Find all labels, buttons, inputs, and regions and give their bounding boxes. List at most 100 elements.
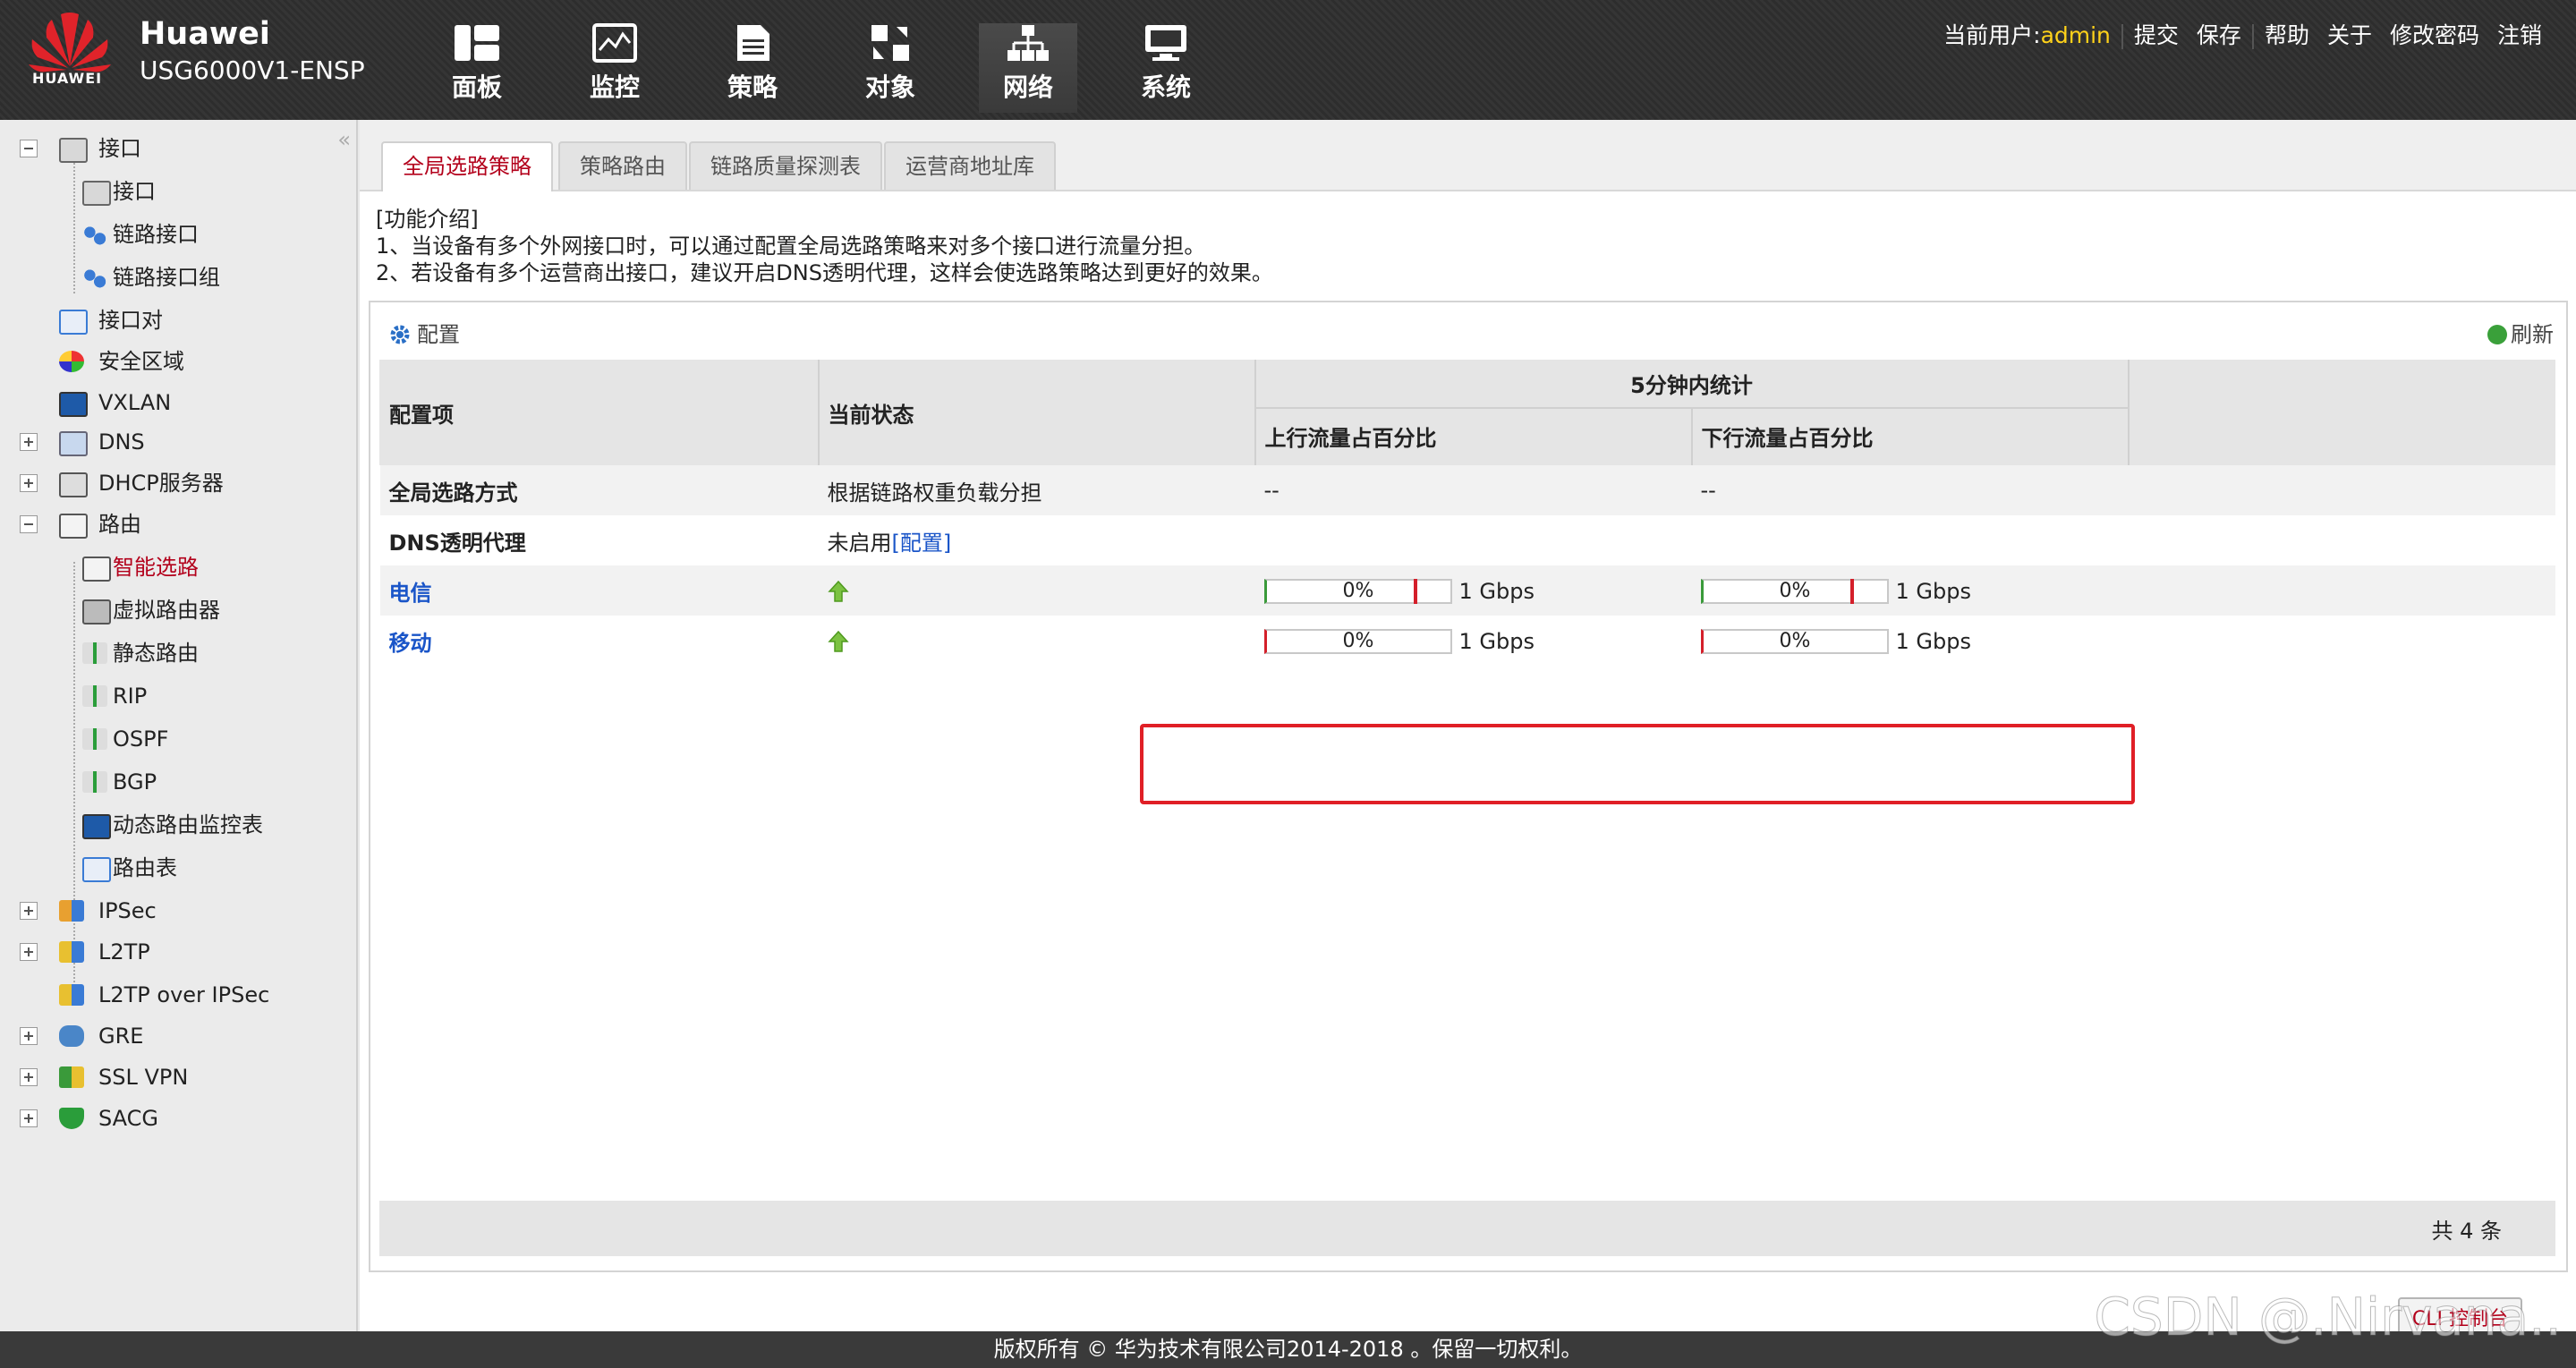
expand-icon[interactable] — [20, 474, 38, 492]
sidebar-item-label: 链路接口 — [113, 222, 199, 247]
row-status — [818, 565, 1255, 616]
policy-icon — [737, 25, 769, 61]
virtual-router-icon — [82, 599, 111, 625]
link-interface-icon — [82, 224, 107, 245]
dns-icon — [59, 431, 88, 456]
change-password-link[interactable]: 修改密码 — [2381, 18, 2488, 50]
gear-icon — [390, 325, 410, 344]
tab-link-quality-probe[interactable]: 链路质量探测表 — [689, 141, 882, 190]
sidebar-item-label: DHCP服务器 — [98, 471, 224, 496]
nav-label: 策略 — [727, 72, 778, 102]
telecom-link[interactable]: 电信 — [379, 565, 819, 616]
nav-label: 监控 — [589, 72, 640, 102]
route-monitor-icon — [82, 814, 111, 839]
about-link[interactable]: 关于 — [2318, 18, 2381, 50]
l2tp-icon — [59, 941, 84, 963]
row-downstream: 0% 1 Gbps — [1692, 616, 2129, 666]
intro-line: 1、当设备有多个外网接口时，可以通过配置全局选路策略来对多个接口进行流量分担。 — [376, 234, 1206, 259]
row-item: 全局选路方式 — [379, 464, 819, 515]
sidebar-item-label: L2TP over IPSec — [98, 982, 270, 1007]
ssl-vpn-icon — [59, 1066, 84, 1088]
interface-pair-icon — [59, 310, 88, 335]
nav-object[interactable]: 对象 — [841, 23, 939, 113]
row-spacer — [2128, 464, 2555, 515]
sidebar-item-label: SSL VPN — [98, 1065, 189, 1090]
routing-table-icon — [82, 857, 111, 882]
nav-label: 面板 — [451, 72, 502, 102]
row-status: 未启用[配置] — [819, 515, 1255, 565]
collapse-icon[interactable] — [20, 140, 38, 157]
sidebar-item-label: 接口对 — [98, 308, 163, 333]
link-interface-group-icon — [82, 267, 107, 288]
tab-global-route-policy[interactable]: 全局选路策略 — [381, 141, 553, 191]
sidebar-item-label: L2TP — [98, 939, 150, 964]
tab-policy-routing[interactable]: 策略路由 — [558, 141, 687, 190]
mobile-link[interactable]: 移动 — [380, 616, 819, 666]
monitor-icon — [592, 23, 637, 63]
system-icon — [1145, 25, 1186, 61]
upstream-usage-bar: 0% — [1263, 578, 1452, 604]
nav-system[interactable]: 系统 — [1117, 23, 1215, 113]
dns-proxy-config-link[interactable]: [配置] — [892, 531, 952, 556]
usage-percent: 0% — [1342, 579, 1374, 602]
expand-icon[interactable] — [20, 902, 38, 920]
tab-isp-address-library[interactable]: 运营商地址库 — [884, 141, 1056, 190]
expand-icon[interactable] — [20, 1068, 38, 1086]
config-panel: 配置 刷新 配置项 当前状态 5分钟内统计 上行流量占百分比 下行流量占百分比 … — [369, 301, 2568, 1272]
sidebar-item-label: RIP — [113, 684, 148, 709]
sidebar-item-label: 智能选路 — [113, 555, 199, 580]
user-bar: 当前用户:admin 提交 保存 帮助 关于 修改密码 注销 — [1934, 18, 2551, 50]
smart-routing-icon — [82, 557, 111, 582]
sidebar-item-label: GRE — [98, 1024, 144, 1049]
row-upstream: 0% 1 Gbps — [1255, 616, 1692, 666]
bandwidth-capacity: 1 Gbps — [1458, 578, 1535, 604]
link-up-arrow-icon — [827, 580, 849, 602]
security-zone-icon — [59, 351, 84, 372]
sidebar-item-label: 接口 — [113, 179, 156, 204]
header-spacer — [2128, 360, 2555, 465]
rip-icon — [82, 685, 107, 707]
expand-icon[interactable] — [20, 1109, 38, 1127]
ipsec-icon — [59, 900, 84, 922]
nav-network[interactable]: 网络 — [979, 23, 1077, 113]
table-row: 电信 0% 1 Gbps 0% 1 Gbps — [379, 565, 2555, 616]
save-link[interactable]: 保存 — [2188, 18, 2250, 50]
sidebar-item-label: 链路接口组 — [113, 265, 220, 290]
interface-icon — [82, 181, 111, 206]
nav-label: 系统 — [1140, 72, 1191, 102]
vxlan-icon — [59, 392, 88, 417]
sidebar-tree: « 接口 接口 链路接口 链路接口组 接口对 安全区域 VXLAN DNS DH… — [0, 120, 358, 1331]
collapse-sidebar-icon[interactable]: « — [337, 127, 351, 152]
refresh-button[interactable]: 刷新 — [2487, 317, 2554, 348]
sidebar-item-label: 静态路由 — [113, 641, 199, 666]
row-upstream: -- — [1254, 464, 1692, 515]
tab-bar: 全局选路策略 策略路由 链路质量探测表 运营商地址库 — [360, 120, 2576, 191]
nav-monitor[interactable]: 监控 — [565, 23, 664, 113]
network-icon — [1007, 25, 1049, 61]
usage-percent: 0% — [1779, 579, 1811, 602]
highlight-annotation-box — [1140, 724, 2135, 804]
logout-link[interactable]: 注销 — [2488, 18, 2551, 50]
collapse-icon[interactable] — [20, 515, 38, 533]
feature-intro: [功能介绍] 1、当设备有多个外网接口时，可以通过配置全局选路策略来对多个接口进… — [376, 206, 1273, 286]
nav-dashboard[interactable]: 面板 — [428, 23, 526, 113]
main-content: 全局选路策略 策略路由 链路质量探测表 运营商地址库 [功能介绍] 1、当设备有… — [360, 120, 2576, 1337]
submit-link[interactable]: 提交 — [2125, 18, 2188, 50]
expand-icon[interactable] — [20, 943, 38, 961]
bandwidth-capacity: 1 Gbps — [1895, 578, 1971, 604]
row-downstream — [1692, 515, 2129, 565]
nav-policy[interactable]: 策略 — [703, 23, 802, 113]
sidebar-item-label: VXLAN — [98, 390, 172, 415]
row-upstream — [1255, 515, 1692, 565]
top-header: HUAWEI Huawei USG6000V1-ENSP 面板 监控 策略 对象… — [0, 0, 2576, 120]
row-item: DNS透明代理 — [388, 530, 526, 556]
help-link[interactable]: 帮助 — [2256, 18, 2318, 50]
record-count: 共 4 条 — [2431, 1219, 2502, 1244]
expand-icon[interactable] — [20, 1027, 38, 1045]
expand-icon[interactable] — [20, 433, 38, 451]
upstream-usage-bar: 0% — [1263, 628, 1452, 654]
logo-text: HUAWEI — [32, 70, 103, 87]
header-config-item: 配置项 — [379, 360, 820, 465]
bar-marker — [1413, 578, 1417, 604]
ospf-icon — [82, 728, 107, 750]
